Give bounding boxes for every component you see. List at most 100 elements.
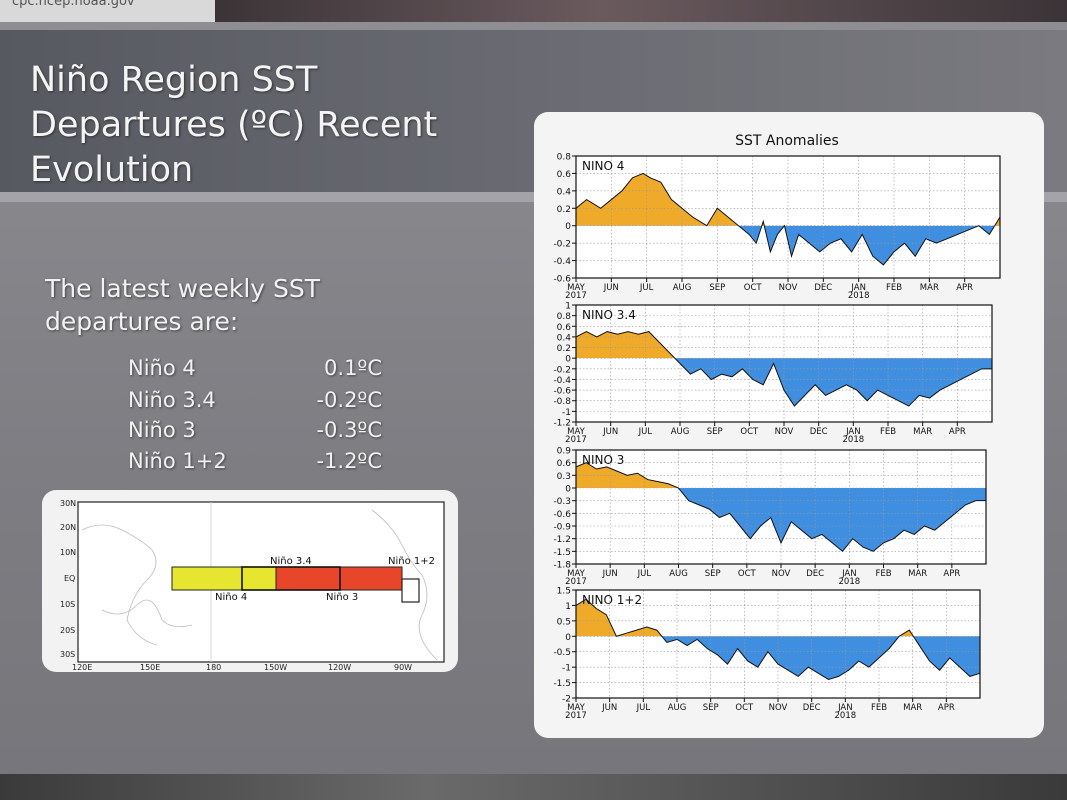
x-tick-label: AUG: [669, 569, 688, 579]
y-tick-label: 0.6: [557, 323, 572, 333]
lat-label: 10S: [60, 600, 75, 609]
x-tick-label: MAR: [913, 427, 932, 437]
x-tick-label: OCT: [744, 283, 763, 293]
chart-title: SST Anomalies: [735, 133, 839, 149]
lon-label: 120W: [328, 663, 351, 672]
nino12-label: Niño 1+2: [388, 556, 435, 567]
y-tick-label: -0.4: [553, 257, 571, 267]
x-tick-label: APR: [949, 427, 966, 437]
y-tick-label: 1: [565, 602, 571, 612]
y-tick-label: -1: [562, 408, 571, 418]
nino-regions-map-card: Niño 3.4 Niño 1+2 Niño 4 Niño 3 30N 20N …: [42, 490, 458, 672]
lat-label: 30N: [60, 499, 76, 508]
x-tick-label: FEB: [880, 427, 896, 437]
slide-title: Niño Region SST Departures (ºC) Recent E…: [30, 60, 438, 190]
y-tick-label: -0.8: [553, 397, 571, 407]
x-tick-label: FEB: [871, 703, 887, 713]
lon-label: 120E: [72, 663, 92, 672]
y-tick-label: -1.2: [553, 535, 571, 545]
x-tick-label: FEB: [875, 569, 891, 579]
y-tick-label: -0.2: [553, 365, 571, 375]
x-tick-label: OCT: [735, 703, 754, 713]
y-tick-label: 0.6: [557, 459, 572, 469]
panel-label: NINO 3.4: [582, 308, 636, 322]
reading-value: -0.3ºC: [316, 418, 382, 442]
x-tick-label: MAR: [908, 569, 927, 579]
year-label: 2017: [565, 711, 587, 721]
x-tick-label: JUN: [601, 703, 617, 713]
x-tick-label: AUG: [668, 703, 687, 713]
monitor-bezel: [0, 774, 1067, 800]
y-tick-label: 0.9: [557, 447, 572, 457]
y-tick-label: -0.3: [553, 497, 571, 507]
x-tick-label: DEC: [814, 283, 832, 293]
x-tick-label: SEP: [703, 703, 719, 713]
y-tick-label: 0.2: [557, 344, 571, 354]
reading-region: Niño 1+2: [128, 449, 227, 473]
x-tick-label: JUN: [602, 569, 618, 579]
x-tick-label: DEC: [810, 427, 828, 437]
lat-label: 30S: [60, 650, 75, 659]
y-tick-label: -0.9: [553, 523, 571, 533]
x-tick-label: MAR: [920, 283, 939, 293]
y-tick-label: 1: [565, 302, 571, 312]
x-tick-label: SEP: [709, 283, 725, 293]
y-tick-label: 0: [565, 222, 571, 232]
y-tick-label: 0.8: [557, 153, 572, 163]
x-tick-label: JUL: [636, 703, 651, 713]
lon-label: 180: [206, 663, 221, 672]
x-tick-label: JUN: [603, 283, 619, 293]
sst-anomalies-chart-card: SST Anomalies 0.8 0.6 0.4 0.2 0 -0.2 -0.4 -0.6 N…: [534, 112, 1044, 738]
y-tick-label: 0: [565, 355, 571, 365]
x-tick-label: AUG: [671, 427, 690, 437]
x-tick-label: NOV: [772, 569, 791, 579]
y-tick-label: 0.4: [557, 333, 572, 343]
y-tick-label: 1.5: [557, 587, 571, 597]
x-tick-label: DEC: [806, 569, 824, 579]
nino34-label: Niño 3.4: [270, 556, 312, 567]
nino-regions-map: Niño 3.4 Niño 1+2 Niño 4 Niño 3 30N 20N …: [60, 499, 445, 672]
year-label: 2018: [835, 711, 857, 721]
lat-label: EQ: [64, 574, 75, 583]
x-tick-label: MAR: [903, 703, 922, 713]
reading-region: Niño 3: [128, 418, 196, 442]
year-label: 2018: [839, 577, 861, 587]
y-tick-label: -1.5: [553, 548, 571, 558]
lat-label: 20S: [60, 626, 75, 635]
x-tick-label: OCT: [738, 569, 757, 579]
year-label: 2018: [848, 291, 870, 301]
nino34-west-half: [241, 566, 277, 591]
y-tick-label: -0.2: [553, 240, 571, 250]
reading-value: -1.2ºC: [316, 449, 382, 473]
y-tick-label: -1: [562, 664, 571, 674]
reading-nino12: Niño 1+2 -1.2ºC: [128, 449, 388, 479]
x-tick-label: FEB: [886, 283, 902, 293]
browser-url: cpc.ncep.noaa.gov: [12, 0, 135, 9]
y-tick-label: -0.5: [553, 648, 571, 658]
reading-region: Niño 4: [128, 356, 196, 380]
x-tick-label: OCT: [740, 427, 759, 437]
year-label: 2017: [565, 435, 587, 445]
nino3-label: Niño 3: [326, 592, 358, 603]
year-label: 2018: [843, 435, 865, 445]
y-tick-label: 0.5: [557, 617, 571, 627]
y-tick-label: -0.6: [553, 510, 571, 520]
y-tick-label: 0: [565, 485, 571, 495]
y-tick-label: 0.3: [557, 472, 571, 482]
lat-label: 10N: [60, 548, 76, 557]
y-tick-label: -1.5: [553, 679, 571, 689]
sst-anomalies-chart: SST Anomalies 0.80.60.40.20-0.2-0.4-0.6N…: [553, 133, 1001, 721]
y-tick-label: 0.4: [557, 187, 572, 197]
x-tick-label: NOV: [775, 427, 794, 437]
year-label: 2017: [565, 577, 587, 587]
latest-heading: The latest weekly SST departures are:: [45, 274, 321, 336]
panel-label: NINO 4: [582, 159, 624, 173]
reading-nino34: Niño 3.4 -0.2ºC: [128, 388, 388, 418]
reading-region: Niño 3.4: [128, 388, 216, 412]
x-tick-label: APR: [938, 703, 955, 713]
x-tick-label: APR: [943, 569, 960, 579]
photo-top-edge: cpc.ncep.noaa.gov: [0, 0, 1067, 22]
reading-nino3: Niño 3 -0.3ºC: [128, 418, 388, 448]
reading-value: -0.2ºC: [316, 388, 382, 412]
nino3-region: [339, 566, 403, 591]
